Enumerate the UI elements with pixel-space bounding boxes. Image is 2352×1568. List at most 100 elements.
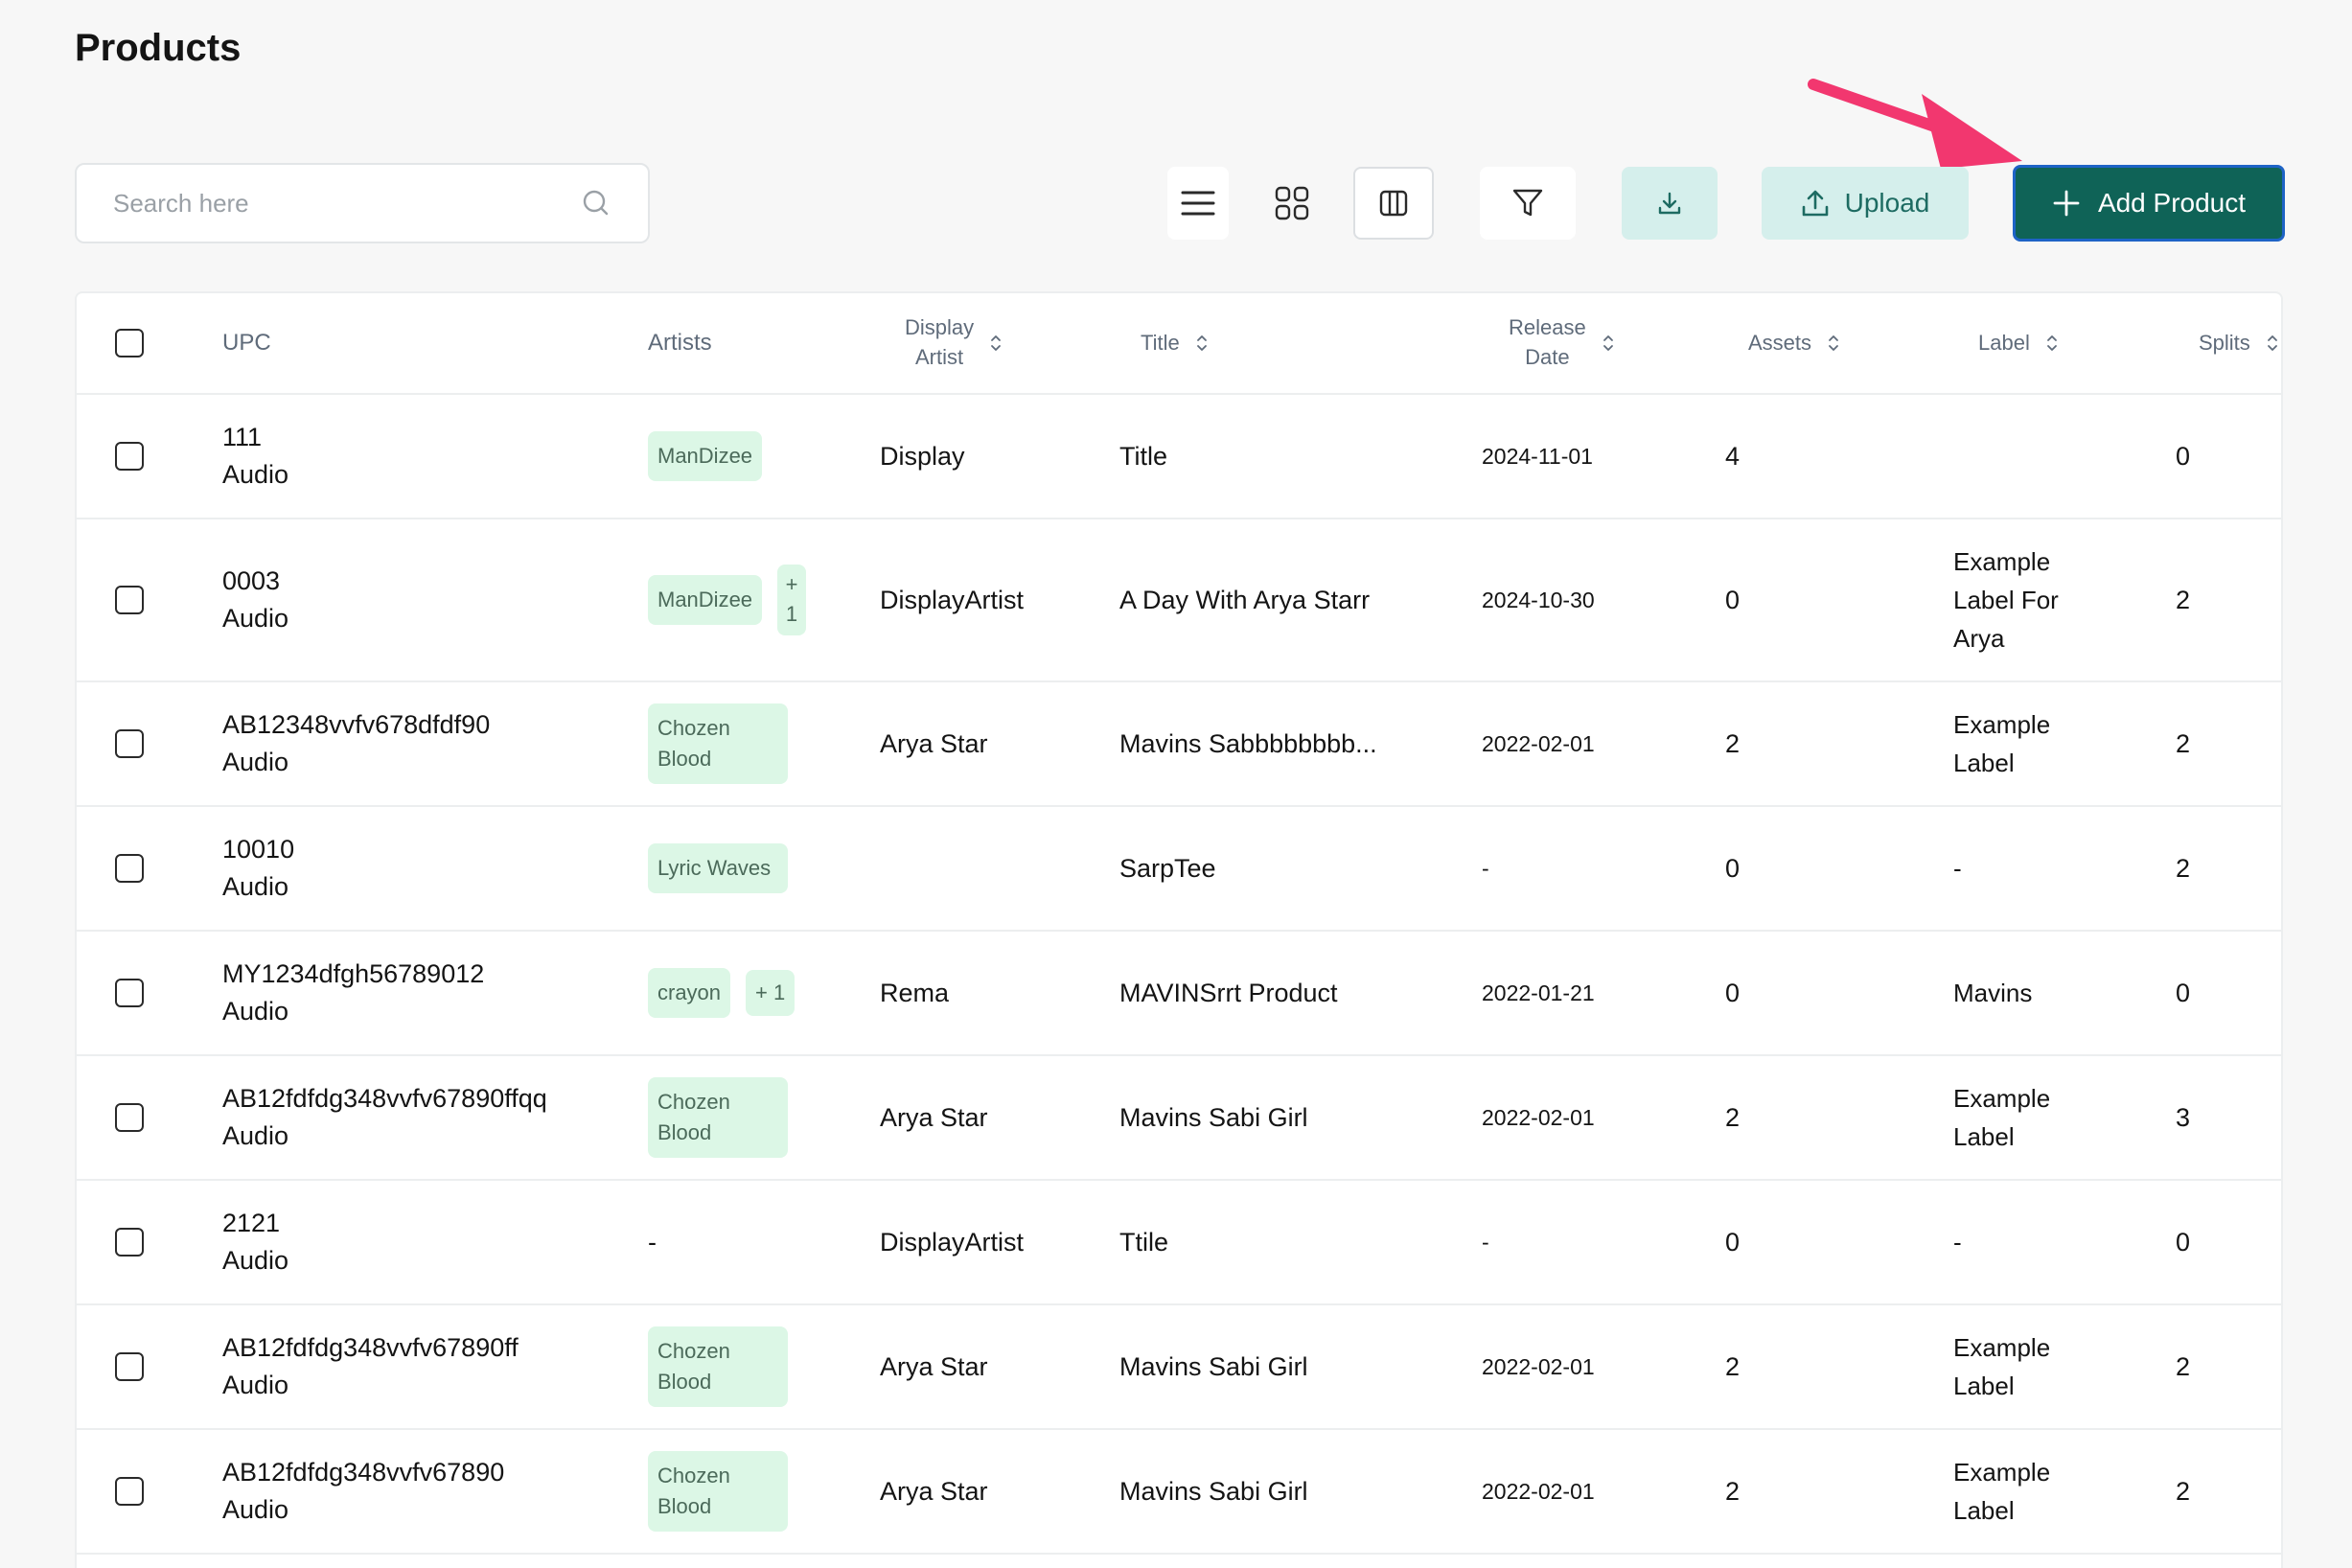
artists-cell: Chozen Blood bbox=[648, 1430, 788, 1553]
upc-value: 10010 bbox=[222, 834, 295, 864]
release-date: - bbox=[1482, 1229, 1489, 1255]
title-cell: Mavins Sabbbbbbbb... bbox=[1119, 682, 1377, 805]
more-artists-chip[interactable]: + 1 bbox=[746, 970, 796, 1016]
columns-icon bbox=[1379, 190, 1408, 217]
header-assets[interactable]: Assets bbox=[1748, 293, 1840, 393]
table-row[interactable]: 2121 Audio - DisplayArtist Ttile - 0 - 0 bbox=[77, 1181, 2281, 1305]
assets-cell: 2 bbox=[1725, 1305, 1740, 1428]
table-row[interactable]: AB12fdfdg348vvfv67890ffqq Audio Chozen Blo… bbox=[77, 1056, 2281, 1181]
header-splits[interactable]: Splits bbox=[2199, 293, 2279, 393]
table-row[interactable]: 111 Audio ManDizee Display Title 2024-11-01 4 0 bbox=[77, 395, 2281, 519]
download-button[interactable] bbox=[1622, 167, 1718, 240]
filter-button[interactable] bbox=[1480, 167, 1576, 240]
title-cell: Ttile bbox=[1119, 1181, 1168, 1303]
assets-count: 2 bbox=[1725, 1102, 1741, 1132]
label-name: Example Label For Arya bbox=[1953, 546, 2059, 654]
assets-cell: 2 bbox=[1725, 1056, 1740, 1179]
table-row[interactable]: 10010 Audio Lyric Waves SarpTee - 0 - 2 bbox=[77, 807, 2281, 932]
release-date-cell: 2022-02-01 bbox=[1482, 682, 1595, 805]
header-title[interactable]: Title bbox=[1141, 293, 1209, 393]
header-splits-label: Splits bbox=[2199, 331, 2250, 355]
artist-chip[interactable]: Chozen Blood bbox=[648, 1077, 788, 1158]
header-display-artist-line2: Artist bbox=[915, 345, 964, 369]
row-checkbox[interactable] bbox=[115, 1228, 144, 1257]
assets-cell: 4 bbox=[1725, 395, 1740, 518]
display-artist-cell: Rema bbox=[880, 932, 949, 1054]
upload-button[interactable]: Upload bbox=[1762, 167, 1969, 240]
title-cell: Mavins Sabi Girl bbox=[1119, 1305, 1308, 1428]
row-checkbox[interactable] bbox=[115, 729, 144, 758]
release-date-cell: 2022-02-01 bbox=[1482, 1056, 1595, 1179]
product-title[interactable]: SarpTee bbox=[1119, 854, 1216, 884]
assets-cell: 2 bbox=[1725, 682, 1740, 805]
search-icon[interactable] bbox=[581, 188, 611, 219]
artist-chip[interactable]: ManDizee bbox=[648, 431, 763, 481]
artist-chip[interactable]: Chozen Blood bbox=[648, 703, 788, 784]
label-cell: Example Label bbox=[1953, 682, 2078, 805]
assets-count: 4 bbox=[1725, 441, 1741, 471]
label-name: Example Label bbox=[1953, 1332, 2051, 1400]
product-title[interactable]: Ttile bbox=[1119, 1228, 1168, 1257]
filter-icon bbox=[1512, 189, 1543, 217]
product-title[interactable]: Title bbox=[1119, 442, 1167, 472]
splits-cell: 2 bbox=[2176, 1305, 2190, 1428]
row-checkbox[interactable] bbox=[115, 586, 144, 614]
header-release-date[interactable]: Release Date bbox=[1509, 293, 1615, 393]
row-checkbox-cell bbox=[115, 395, 144, 518]
table-row[interactable]: AB12fdfdg348vvfv67890ff Audio Chozen Blood… bbox=[77, 1305, 2281, 1430]
title-cell: MAVINSrrt Product bbox=[1119, 932, 1338, 1054]
list-view-button[interactable] bbox=[1167, 167, 1229, 240]
row-checkbox[interactable] bbox=[115, 442, 144, 471]
product-type: Audio bbox=[222, 872, 289, 901]
product-title[interactable]: MAVINSrrt Product bbox=[1119, 979, 1338, 1008]
grid-view-button[interactable] bbox=[1261, 167, 1323, 240]
release-date-cell: 2022-01-21 bbox=[1482, 932, 1595, 1054]
artist-chip[interactable]: Chozen Blood bbox=[648, 1451, 788, 1532]
product-title[interactable]: Mavins Sabi Girl bbox=[1119, 1103, 1308, 1133]
more-artists-chip[interactable]: + 1 bbox=[777, 565, 807, 635]
artist-chip[interactable]: ManDizee bbox=[648, 575, 763, 625]
upc-cell: 10010 Audio bbox=[222, 807, 294, 930]
assets-count: 0 bbox=[1725, 978, 1741, 1007]
row-checkbox[interactable] bbox=[115, 979, 144, 1007]
product-title[interactable]: Mavins Sabi Girl bbox=[1119, 1477, 1308, 1507]
columns-button[interactable] bbox=[1353, 167, 1434, 240]
list-view-icon bbox=[1181, 191, 1215, 216]
row-checkbox[interactable] bbox=[115, 1477, 144, 1506]
splits-cell: 2 bbox=[2176, 1430, 2190, 1553]
splits-cell: 0 bbox=[2176, 395, 2190, 518]
search-input[interactable] bbox=[113, 188, 581, 219]
sort-icon bbox=[991, 335, 1002, 351]
upc-value: AB12fdfdg348vvfv67890 bbox=[222, 1457, 505, 1487]
artist-chip[interactable]: crayon bbox=[648, 968, 731, 1018]
header-artists[interactable]: Artists bbox=[648, 330, 712, 357]
header-display-artist[interactable]: Display Artist bbox=[905, 293, 1003, 393]
artists-empty: - bbox=[648, 1227, 657, 1257]
header-label[interactable]: Label bbox=[1978, 293, 2059, 393]
display-artist: Arya Star bbox=[880, 1351, 988, 1381]
row-checkbox[interactable] bbox=[115, 854, 144, 883]
label-cell: - bbox=[1953, 1181, 2078, 1303]
row-checkbox[interactable] bbox=[115, 1103, 144, 1132]
header-upc[interactable]: UPC bbox=[222, 330, 271, 357]
artist-chip[interactable]: Chozen Blood bbox=[648, 1326, 788, 1407]
product-title[interactable]: A Day With Arya Starr bbox=[1119, 586, 1370, 615]
table-row[interactable]: AB12348vvfv678dfdf90 Audio Chozen Blood Ary… bbox=[77, 682, 2281, 807]
product-title[interactable]: Mavins Sabi Girl bbox=[1119, 1352, 1308, 1382]
table-row[interactable]: MY1234dfgh56789012 Audio crayon + 1 Rema MAVI… bbox=[77, 932, 2281, 1056]
upc-cell: MY1234dfgh56789012 Audio bbox=[222, 932, 484, 1054]
header-label-label: Label bbox=[1978, 331, 2030, 355]
product-title[interactable]: Mavins Sabbbbbbbb... bbox=[1119, 729, 1377, 759]
add-product-button[interactable]: Add Product bbox=[2013, 165, 2285, 242]
select-all-checkbox[interactable] bbox=[115, 329, 144, 357]
display-artist: DisplayArtist bbox=[880, 585, 1025, 614]
table-row[interactable]: AB12fdfdg348vvfv67890 Audio Chozen Blood Ar… bbox=[77, 1430, 2281, 1555]
row-checkbox[interactable] bbox=[115, 1352, 144, 1381]
products-page: Products Search here Upload Add Product … bbox=[0, 0, 2352, 1568]
label-name: - bbox=[1953, 1227, 1962, 1257]
artist-chip[interactable]: Lyric Waves bbox=[648, 843, 788, 893]
assets-count: 0 bbox=[1725, 853, 1741, 883]
assets-cell: 2 bbox=[1725, 1430, 1740, 1553]
splits-cell: 2 bbox=[2176, 682, 2190, 805]
table-row[interactable]: 0003 Audio ManDizee + 1 DisplayArtist A Day W… bbox=[77, 519, 2281, 682]
